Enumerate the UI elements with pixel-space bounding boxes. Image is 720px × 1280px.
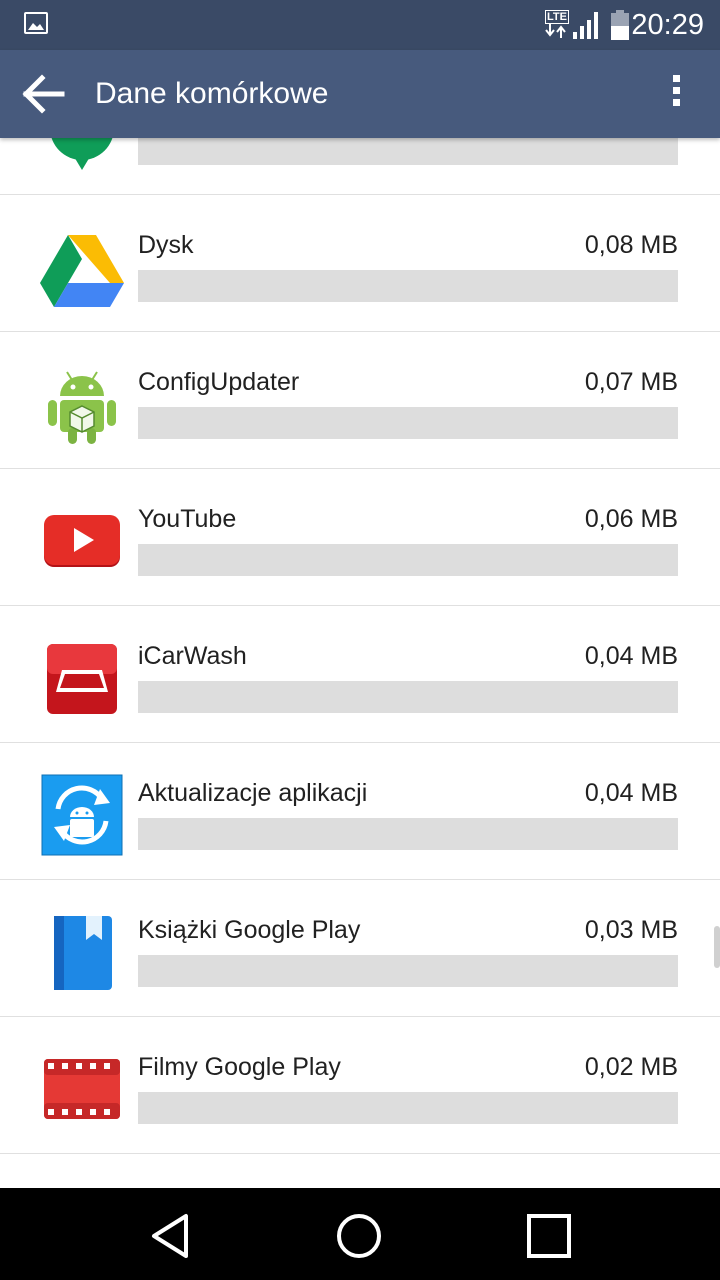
app-data-size: 0,06 MB [584,505,678,533]
app-data-size: 0,04 MB [584,779,678,807]
nav-home-icon[interactable] [331,1208,387,1264]
list-item[interactable] [0,1154,720,1188]
more-vert-icon[interactable] [662,70,690,118]
list-item[interactable]: YouTube 0,06 MB [0,469,720,606]
app-data-size: 0,02 MB [584,1053,678,1081]
status-bar: LTE 20:29 [0,0,720,50]
app-data-size: 0,03 MB [584,916,678,944]
app-name: YouTube [138,505,237,533]
app-name: Filmy Google Play [138,1053,341,1081]
app-bar: Dane komórkowe [0,50,720,138]
app-updates-icon [41,774,123,856]
list-item[interactable]: ConfigUpdater 0,07 MB [0,332,720,469]
navigation-bar [0,1188,720,1280]
app-name: Dysk [138,231,194,259]
usage-bar [138,407,678,439]
app-data-usage-list: Dysk 0,08 MB ConfigUpdater 0,07 MB YouTu… [0,138,720,1188]
signal-icon [573,12,598,39]
app-name: ConfigUpdater [138,368,300,396]
nav-back-icon[interactable] [144,1208,200,1264]
list-item[interactable]: Książki Google Play 0,03 MB [0,880,720,1017]
list-item[interactable]: Filmy Google Play 0,02 MB [0,1017,720,1154]
usage-bar [138,138,678,165]
app-data-size: 0,04 MB [584,642,678,670]
back-arrow-icon[interactable] [20,72,68,116]
google-play-books-icon [54,916,112,990]
google-play-movies-icon [44,1059,120,1119]
usage-bar [138,544,678,576]
scrollbar[interactable] [714,926,720,968]
app-name: iCarWash [138,642,247,670]
lte-icon: LTE [545,10,569,41]
google-drive-icon [40,235,124,307]
icarwash-icon [47,644,117,714]
list-item[interactable] [0,138,720,195]
list-item[interactable]: Dysk 0,08 MB [0,195,720,332]
app-data-size: 0,07 MB [584,368,678,396]
usage-bar [138,1092,678,1124]
app-data-size: 0,08 MB [584,231,678,259]
page-title: Dane komórkowe [95,77,329,110]
app-name: Aktualizacje aplikacji [138,779,368,807]
usage-bar [138,818,678,850]
app-name: Książki Google Play [138,916,361,944]
android-config-icon [48,371,116,444]
battery-icon [611,10,629,40]
usage-bar [138,681,678,713]
image-notification-icon [24,12,48,34]
usage-bar [138,270,678,302]
hangouts-icon [51,138,113,170]
list-item[interactable]: iCarWash 0,04 MB [0,606,720,743]
clock: 20:29 [631,9,704,41]
usage-bar [138,955,678,987]
nav-recents-icon[interactable] [521,1208,577,1264]
list-item[interactable]: Aktualizacje aplikacji 0,04 MB [0,743,720,880]
youtube-icon [44,515,120,567]
